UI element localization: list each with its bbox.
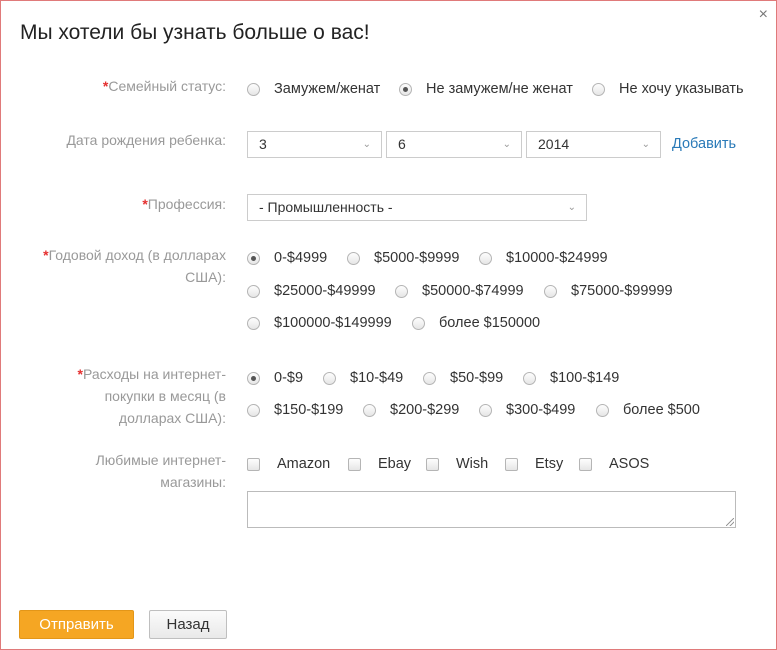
radio-button[interactable]	[592, 82, 605, 96]
radio-button-selected[interactable]	[247, 251, 260, 265]
radio-income-3[interactable]: $25000-$49999	[247, 283, 376, 299]
spending-label: *Расходы на интернет- покупки в месяц (в…	[77, 366, 226, 426]
checkbox-store-etsy[interactable]: Etsy	[505, 456, 563, 472]
radio-button[interactable]	[544, 284, 557, 298]
submit-button[interactable]: Отправить	[19, 610, 134, 639]
radio-income-6[interactable]: $100000-$149999	[247, 315, 392, 331]
income-label: *Годовой доход (в долларах США):	[43, 247, 226, 285]
radio-button-selected[interactable]	[247, 371, 260, 385]
profession-label: *Профессия:	[142, 196, 226, 212]
add-child-link[interactable]: Добавить	[672, 136, 736, 152]
chevron-down-icon: ⌄	[502, 139, 511, 150]
radio-spending-3[interactable]: $100-$149	[523, 370, 619, 386]
radio-button[interactable]	[479, 251, 492, 265]
resize-grip-icon[interactable]	[726, 518, 734, 526]
checkbox-store-amazon[interactable]: Amazon	[247, 456, 330, 472]
radio-button[interactable]	[423, 371, 436, 385]
radio-income-7[interactable]: более $150000	[412, 315, 540, 331]
child-birth-date-label: Дата рождения ребенка:	[66, 132, 226, 148]
radio-income-5[interactable]: $75000-$99999	[544, 283, 673, 299]
other-stores-textarea[interactable]	[247, 491, 736, 528]
radio-marital-1[interactable]: Не замужем/не женат	[399, 81, 573, 97]
marital-status-label: *Семейный статус:	[102, 78, 226, 94]
radio-income-1[interactable]: $5000-$9999	[347, 250, 459, 266]
dialog-title: Мы хотели бы узнать больше о вас!	[20, 21, 370, 44]
radio-button[interactable]	[347, 251, 360, 265]
month-select[interactable]: 6 ⌄	[386, 131, 522, 158]
radio-spending-4[interactable]: $150-$199	[247, 402, 343, 418]
back-button[interactable]: Назад	[149, 610, 227, 639]
profession-select[interactable]: - Промышленность - ⌄	[247, 194, 587, 221]
radio-button[interactable]	[323, 371, 336, 385]
radio-button[interactable]	[247, 284, 260, 298]
checkbox[interactable]	[579, 457, 592, 471]
radio-button[interactable]	[596, 403, 609, 417]
radio-button[interactable]	[247, 316, 260, 330]
radio-spending-1[interactable]: $10-$49	[323, 370, 403, 386]
radio-income-0[interactable]: 0-$4999	[247, 250, 327, 266]
day-select[interactable]: 3 ⌄	[247, 131, 382, 158]
radio-button[interactable]	[247, 403, 260, 417]
radio-spending-0[interactable]: 0-$9	[247, 370, 303, 386]
radio-spending-7[interactable]: более $500	[596, 402, 700, 418]
radio-button-selected[interactable]	[399, 82, 412, 96]
radio-button[interactable]	[363, 403, 376, 417]
year-select[interactable]: 2014 ⌄	[526, 131, 661, 158]
favorite-stores-label: Любимые интернет- магазины:	[95, 452, 226, 490]
survey-dialog: × Мы хотели бы узнать больше о вас! *Сем…	[0, 0, 777, 650]
radio-spending-6[interactable]: $300-$499	[479, 402, 575, 418]
checkbox[interactable]	[426, 457, 439, 471]
checkbox-store-asos[interactable]: ASOS	[579, 456, 649, 472]
chevron-down-icon: ⌄	[362, 139, 371, 150]
radio-marital-2[interactable]: Не хочу указывать	[592, 81, 744, 97]
checkbox-store-ebay[interactable]: Ebay	[348, 456, 411, 472]
close-icon[interactable]: ×	[759, 7, 768, 23]
chevron-down-icon: ⌄	[567, 202, 576, 213]
radio-spending-2[interactable]: $50-$99	[423, 370, 503, 386]
checkbox-store-wish[interactable]: Wish	[426, 456, 488, 472]
checkbox[interactable]	[247, 457, 260, 471]
radio-marital-0[interactable]: Замужем/женат	[247, 81, 380, 97]
radio-income-4[interactable]: $50000-$74999	[395, 283, 524, 299]
chevron-down-icon: ⌄	[641, 139, 650, 150]
radio-button[interactable]	[479, 403, 492, 417]
radio-spending-5[interactable]: $200-$299	[363, 402, 459, 418]
radio-button[interactable]	[523, 371, 536, 385]
radio-button[interactable]	[395, 284, 408, 298]
checkbox[interactable]	[348, 457, 361, 471]
checkbox[interactable]	[505, 457, 518, 471]
radio-button[interactable]	[412, 316, 425, 330]
radio-button[interactable]	[247, 82, 260, 96]
radio-income-2[interactable]: $10000-$24999	[479, 250, 608, 266]
